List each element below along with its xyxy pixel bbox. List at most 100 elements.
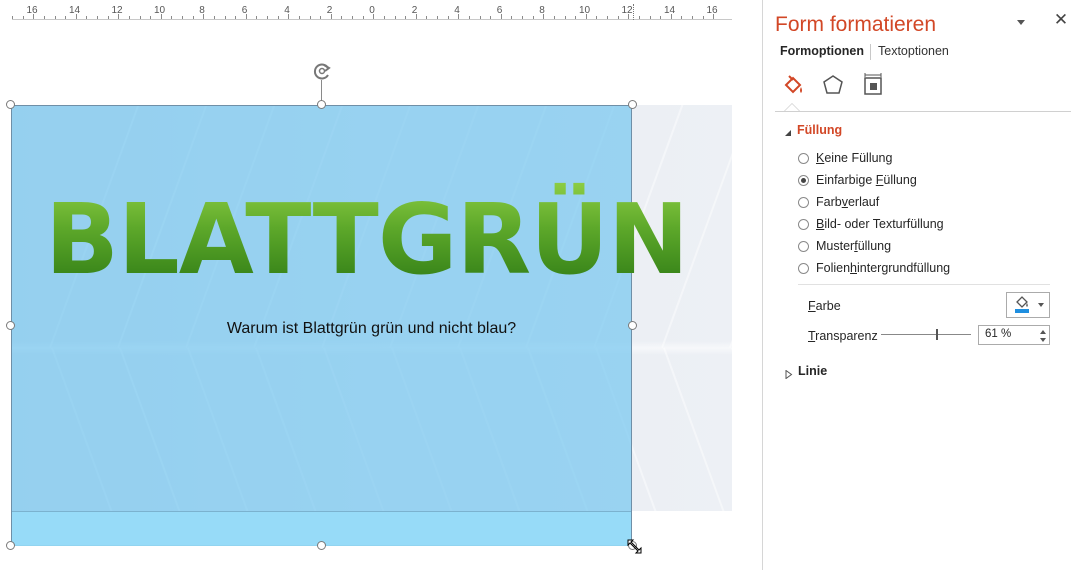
slide-subtitle[interactable]: Warum ist Blattgrün grün und nicht blau?: [11, 320, 732, 338]
size-and-properties-icon[interactable]: [860, 72, 886, 98]
selected-category-indicator: [784, 103, 800, 111]
ruler-tick: [596, 16, 598, 19]
radio-checked[interactable]: [798, 175, 809, 186]
transparency-slider-track[interactable]: [881, 334, 971, 335]
diagonal-resize-cursor-icon: [626, 538, 644, 556]
fill-and-line-icon[interactable]: [780, 72, 806, 98]
fill-option-label: Farbverlauf: [816, 195, 880, 209]
ruler-tick: [681, 16, 683, 19]
ruler-tick: [54, 16, 56, 19]
ruler-tick: [118, 14, 120, 19]
spin-up-icon[interactable]: [1040, 330, 1046, 334]
leaf-side-vein: [731, 347, 732, 511]
radio-unchecked[interactable]: [798, 241, 809, 252]
ruler-tick: [373, 14, 375, 19]
resize-handle-left[interactable]: [6, 321, 15, 330]
ruler-tick: [213, 16, 215, 19]
ruler-tick: [617, 16, 619, 19]
tab-shape-options[interactable]: Formoptionen: [780, 44, 864, 58]
ruler-tick: [330, 14, 332, 19]
fill-option-label: Bild- oder Texturfüllung: [816, 217, 944, 231]
radio-unchecked[interactable]: [798, 263, 809, 274]
ruler-tick: [415, 14, 417, 19]
ruler-tick: [33, 14, 35, 19]
ruler-tick: [670, 14, 672, 19]
ruler-tick: [128, 16, 130, 19]
horizontal-ruler: 16 14 12 10 8 6 4 2 0 2 4 6 8 10 12 14 16: [12, 4, 732, 20]
ruler-tick: [160, 14, 162, 19]
rotation-connector: [321, 80, 322, 102]
ruler-label: 14: [68, 5, 81, 16]
effects-icon[interactable]: [820, 72, 846, 98]
ruler-tick: [628, 14, 630, 19]
ruler-tick: [522, 16, 523, 19]
ruler-tick: [86, 16, 88, 19]
ruler-tick: [607, 16, 608, 19]
ruler-tick: [182, 16, 183, 19]
ruler-tick: [468, 16, 470, 19]
ruler-tick: [267, 16, 268, 19]
rotate-handle-icon[interactable]: [311, 60, 333, 82]
ruler-position-marker: [633, 4, 634, 20]
transparency-spinbox[interactable]: [978, 325, 1050, 345]
fill-properties-divider: [798, 284, 1050, 285]
ruler-label: 16: [26, 5, 38, 16]
ruler-tick: [405, 16, 407, 19]
pane-title: Form formatieren: [775, 13, 937, 36]
ruler-tick: [235, 16, 237, 19]
fill-section-heading: Füllung: [797, 123, 843, 137]
resize-handle-top-left[interactable]: [6, 100, 15, 109]
transparency-slider-thumb[interactable]: [935, 329, 938, 340]
fill-color-picker-button[interactable]: [1006, 292, 1050, 318]
ruler-tick: [12, 16, 13, 19]
ruler-tick: [564, 16, 566, 19]
ruler-tick: [75, 14, 77, 19]
ruler-tick: [553, 16, 555, 19]
ruler-tick: [437, 16, 438, 19]
pane-options-dropdown-icon[interactable]: [1013, 14, 1029, 30]
leaf-side-vein: [663, 347, 732, 511]
radio-unchecked[interactable]: [798, 153, 809, 164]
ruler-label: 12: [621, 5, 633, 16]
ruler-label: 10: [578, 5, 591, 16]
spin-down-icon[interactable]: [1040, 338, 1046, 342]
ruler-tick: [224, 16, 226, 19]
ruler-label: 16: [706, 5, 718, 16]
ruler-label: 12: [111, 5, 123, 16]
ruler-tick: [352, 16, 353, 19]
ruler-tick: [585, 14, 587, 19]
ruler-tick: [192, 16, 194, 19]
ruler-tick: [256, 16, 258, 19]
ruler-tick: [277, 16, 279, 19]
fill-option-label: Keine Füllung: [816, 151, 893, 165]
ruler-tick: [511, 16, 513, 19]
resize-handle-bottom[interactable]: [317, 541, 326, 550]
ruler-tick: [458, 14, 460, 19]
resize-handle-top[interactable]: [317, 100, 326, 109]
close-icon[interactable]: ✕: [1053, 11, 1069, 28]
fill-option-label: Einfarbige Füllung: [816, 173, 917, 187]
tab-text-options[interactable]: Textoptionen: [878, 44, 949, 58]
ruler-tick: [107, 16, 109, 19]
ruler-tick: [692, 16, 693, 19]
ruler-tick: [660, 16, 662, 19]
color-label: Farbe: [808, 299, 841, 313]
leaf-side-vein: [729, 105, 732, 348]
ruler-tick: [298, 16, 300, 19]
ruler-tick: [65, 16, 67, 19]
ruler-tick: [362, 16, 364, 19]
ruler-tick: [43, 16, 45, 19]
ruler-tick: [426, 16, 428, 19]
radio-unchecked[interactable]: [798, 219, 809, 230]
category-divider: [775, 111, 1071, 112]
transparency-value-input[interactable]: [985, 328, 1029, 340]
ruler-tick: [638, 16, 640, 19]
resize-handle-bottom-left[interactable]: [6, 541, 15, 550]
ruler-tick: [309, 16, 311, 19]
slide-title[interactable]: BLATTGRÜN: [45, 180, 695, 300]
tab-separator: [870, 44, 871, 60]
resize-handle-top-right[interactable]: [628, 100, 637, 109]
radio-unchecked[interactable]: [798, 197, 809, 208]
ruler-tick: [543, 14, 545, 19]
resize-handle-right[interactable]: [628, 321, 637, 330]
